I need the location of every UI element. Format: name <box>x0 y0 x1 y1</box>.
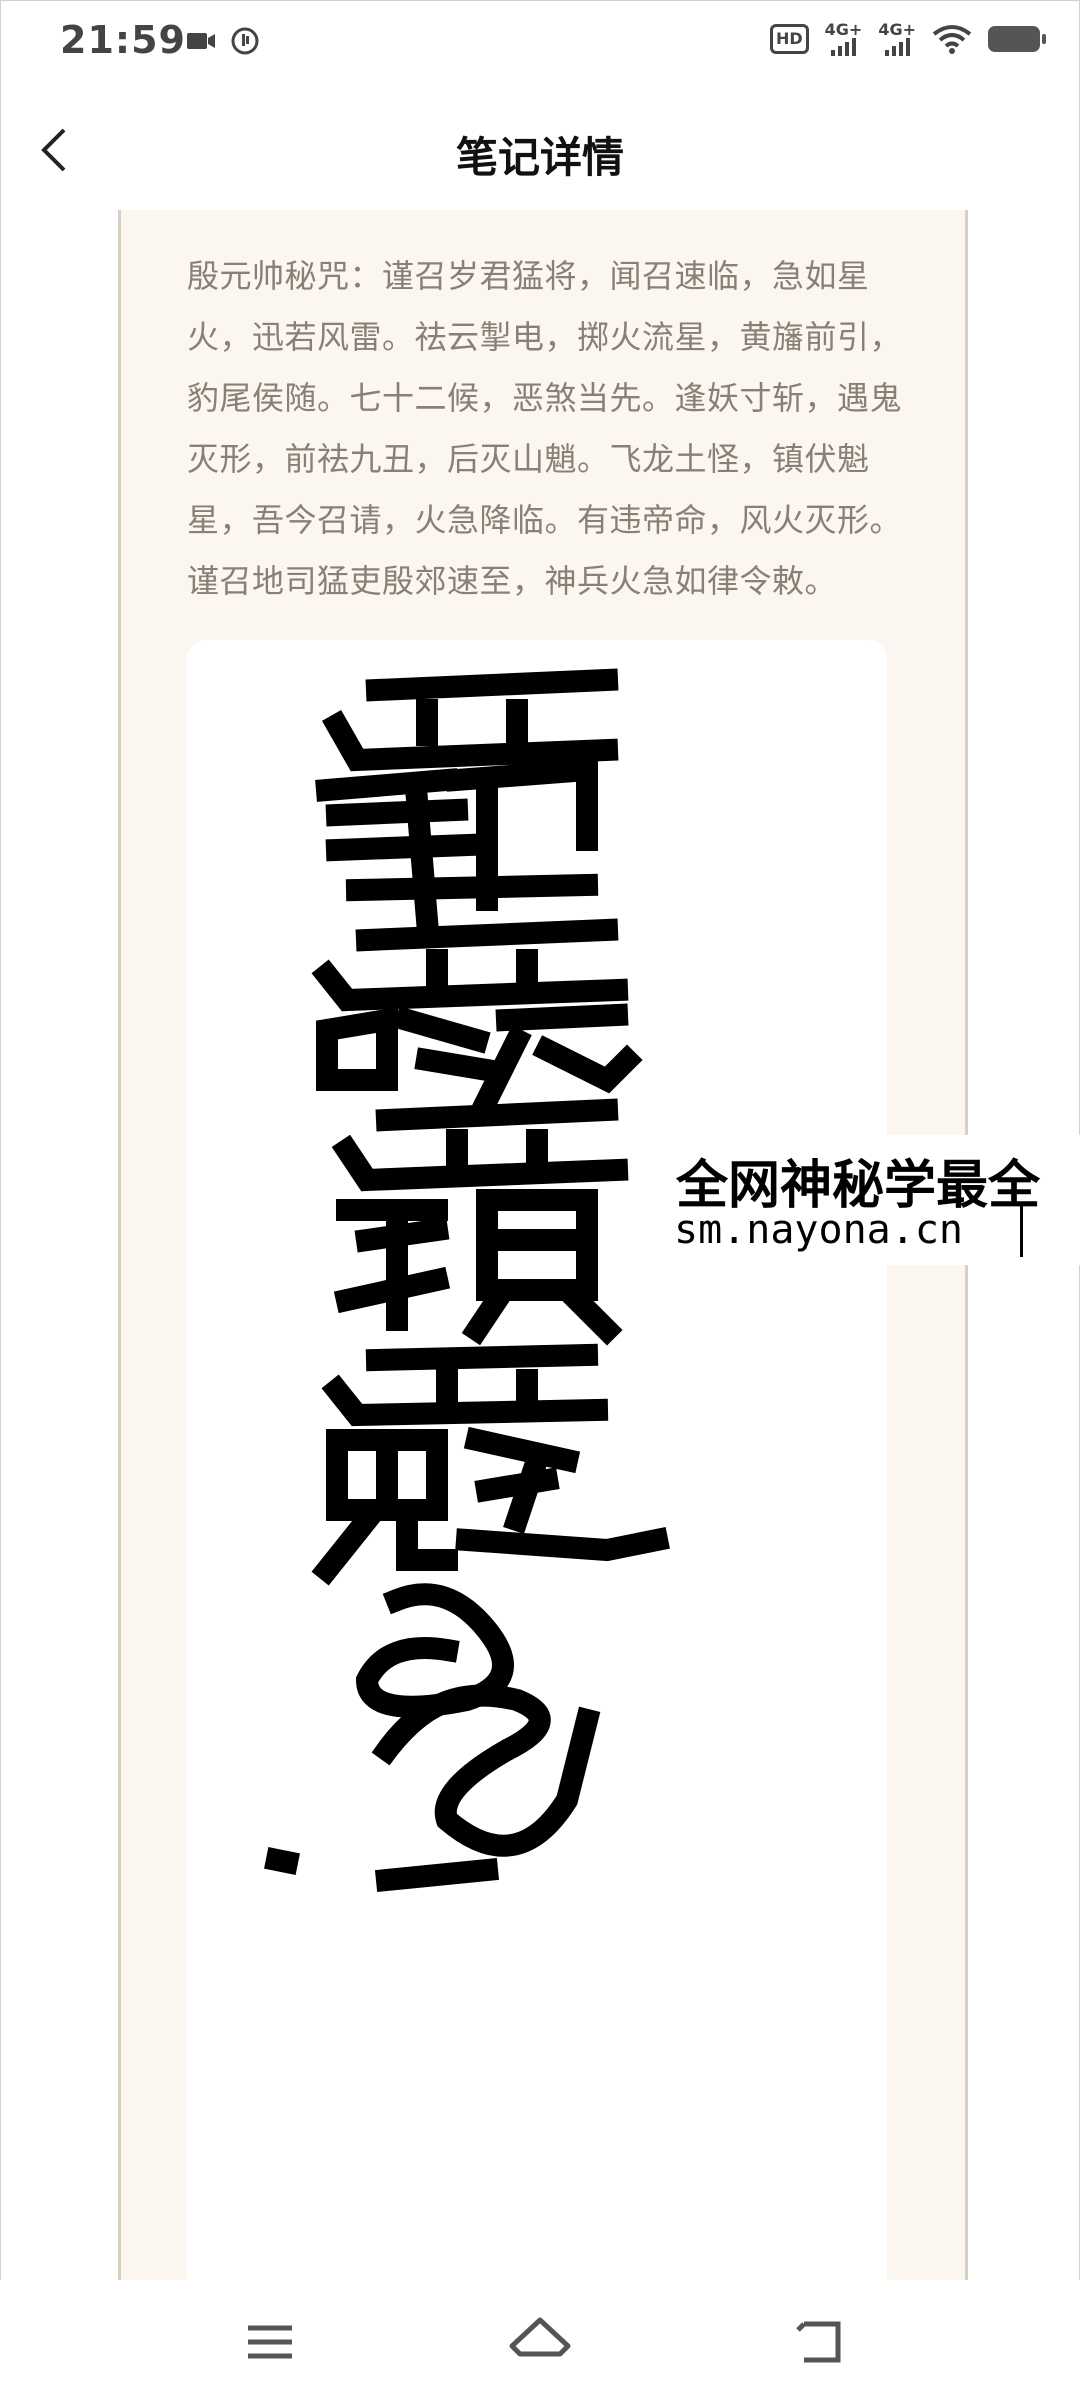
status-icons-left <box>186 26 260 56</box>
wifi-icon <box>932 25 972 54</box>
system-back-button[interactable] <box>780 2302 860 2382</box>
notification-icon <box>231 27 259 55</box>
signal-bars-1-icon <box>830 38 856 56</box>
home-button[interactable] <box>500 2302 580 2382</box>
back-icon <box>796 2321 841 2363</box>
status-bar: 21:59 HD 4G+ 4G+ <box>0 0 1080 80</box>
hd-badge: HD <box>769 24 809 54</box>
status-time: 21:59 <box>60 18 186 62</box>
page-title: 笔记详情 <box>455 133 624 182</box>
watermark-overlay: 全网神秘学最全 sm.nayona.cn <box>670 1135 1080 1265</box>
home-icon <box>509 2317 571 2357</box>
signal-4g-1: 4G+ <box>824 20 863 56</box>
network-label-2: 4G+ <box>878 20 916 39</box>
talisman-calligraphy-image <box>187 640 887 2280</box>
nav-header: 笔记详情 <box>0 100 1080 200</box>
signal-4g-2: 4G+ <box>878 22 916 56</box>
signal-bars-2-icon <box>884 38 910 56</box>
menu-icon <box>248 2325 292 2359</box>
video-icon <box>187 33 215 49</box>
battery-icon <box>988 26 1046 52</box>
status-icons-right: HD 4G+ 4G+ <box>769 20 1046 56</box>
talisman-drawing <box>264 668 670 1893</box>
text-cursor <box>1020 1205 1023 1257</box>
bottom-nav-bar <box>0 2280 1080 2400</box>
note-text: 殷元帅秘咒：谨召岁君猛将，闻召速临，急如星火，迅若风雷。祛云掣电，掷火流星，黄旛… <box>187 257 903 600</box>
network-label-1: 4G+ <box>824 20 863 39</box>
watermark-line2: sm.nayona.cn <box>674 1207 963 1253</box>
menu-button[interactable] <box>230 2302 310 2382</box>
